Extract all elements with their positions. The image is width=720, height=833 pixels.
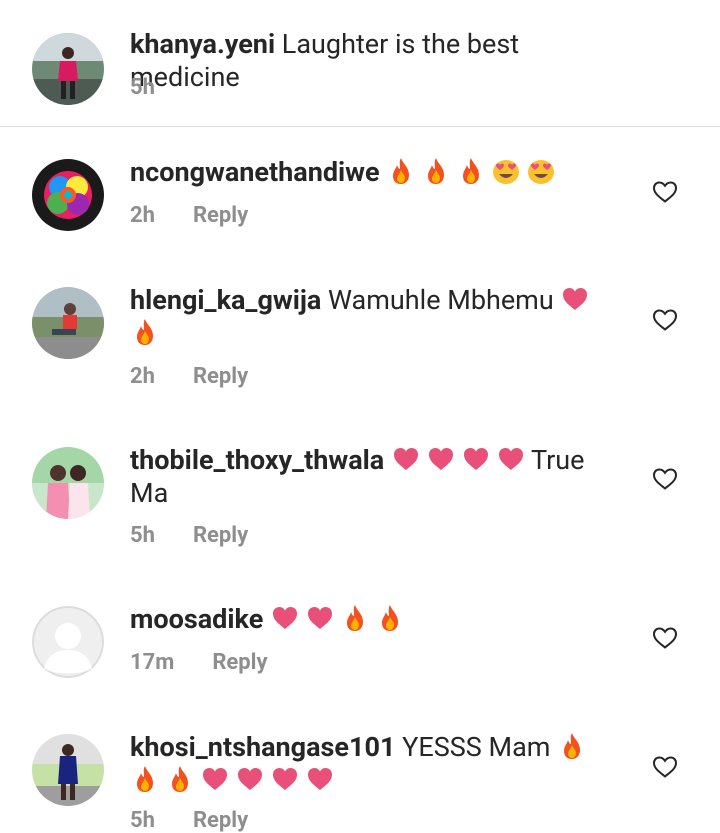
heart-eyes-icon (526, 156, 556, 186)
like-heart-icon[interactable] (652, 308, 678, 332)
caption-username[interactable]: khanya.yeni (130, 28, 275, 60)
comment-username[interactable]: hlengi_ka_gwija (130, 284, 321, 316)
rainbow-rose-avatar[interactable] (32, 159, 104, 231)
comment-message: Wamuhle Mbhemu (328, 284, 554, 316)
like-heart-icon[interactable] (652, 467, 678, 491)
heart-eyes-icon (491, 156, 521, 186)
timestamp: 2h (130, 364, 155, 389)
heart-icon (461, 444, 491, 474)
person-standing-avatar[interactable] (32, 734, 104, 806)
like-heart-icon[interactable] (652, 626, 678, 650)
fire-icon (386, 156, 416, 186)
reply-button[interactable]: Reply (212, 650, 267, 675)
divider (0, 126, 720, 127)
comment-message: YESSS Mam (402, 731, 551, 763)
fire-icon (340, 603, 370, 633)
comment-text: khosi_ntshangase101 YESSS Mam (130, 731, 600, 797)
comment-meta: 17m Reply (130, 650, 268, 675)
reply-button[interactable]: Reply (193, 808, 248, 833)
fire-icon (165, 764, 195, 794)
timestamp: 5h (130, 75, 155, 100)
timestamp: 17m (130, 650, 175, 675)
default-avatar[interactable] (32, 606, 104, 678)
heart-icon (200, 764, 230, 794)
caption-text: khanya.yeni Laughter is the best medicin… (130, 28, 600, 94)
heart-icon (496, 444, 526, 474)
fire-icon (130, 764, 160, 794)
comment-username[interactable]: ncongwanethandiwe (130, 156, 380, 188)
comment-meta: 2h Reply (130, 364, 248, 389)
reply-button[interactable]: Reply (193, 523, 248, 548)
person-outdoors-avatar[interactable] (32, 287, 104, 359)
comment-text: moosadike (130, 603, 600, 636)
comment-meta: 5h Reply (130, 523, 248, 548)
heart-icon (305, 603, 335, 633)
two-people-avatar[interactable] (32, 447, 104, 519)
comment-meta: 2h Reply (130, 203, 248, 228)
comment-meta: 5h Reply (130, 808, 248, 833)
comment-username[interactable]: khosi_ntshangase101 (130, 731, 395, 763)
heart-icon (426, 444, 456, 474)
reply-button[interactable]: Reply (193, 364, 248, 389)
fire-icon (130, 317, 160, 347)
heart-icon (305, 764, 335, 794)
fire-icon (375, 603, 405, 633)
fire-icon (421, 156, 451, 186)
timestamp: 5h (130, 808, 155, 833)
heart-icon (270, 603, 300, 633)
comment-text: ncongwanethandiwe (130, 156, 600, 189)
heart-icon (270, 764, 300, 794)
comment-text: thobile_thoxy_thwala True Ma (130, 444, 600, 510)
comment-text: hlengi_ka_gwija Wamuhle Mbhemu (130, 284, 600, 350)
timestamp: 2h (130, 203, 155, 228)
fire-icon (456, 156, 486, 186)
like-heart-icon[interactable] (652, 755, 678, 779)
heart-icon (235, 764, 265, 794)
timestamp: 5h (130, 523, 155, 548)
fire-icon (557, 731, 587, 761)
author-avatar[interactable] (32, 33, 104, 105)
comment-username[interactable]: moosadike (130, 603, 263, 635)
reply-button[interactable]: Reply (193, 203, 248, 228)
comment-username[interactable]: thobile_thoxy_thwala (130, 444, 384, 476)
heart-icon (391, 444, 421, 474)
heart-icon (560, 284, 590, 314)
like-heart-icon[interactable] (652, 180, 678, 204)
caption-meta: 5h (130, 75, 155, 100)
